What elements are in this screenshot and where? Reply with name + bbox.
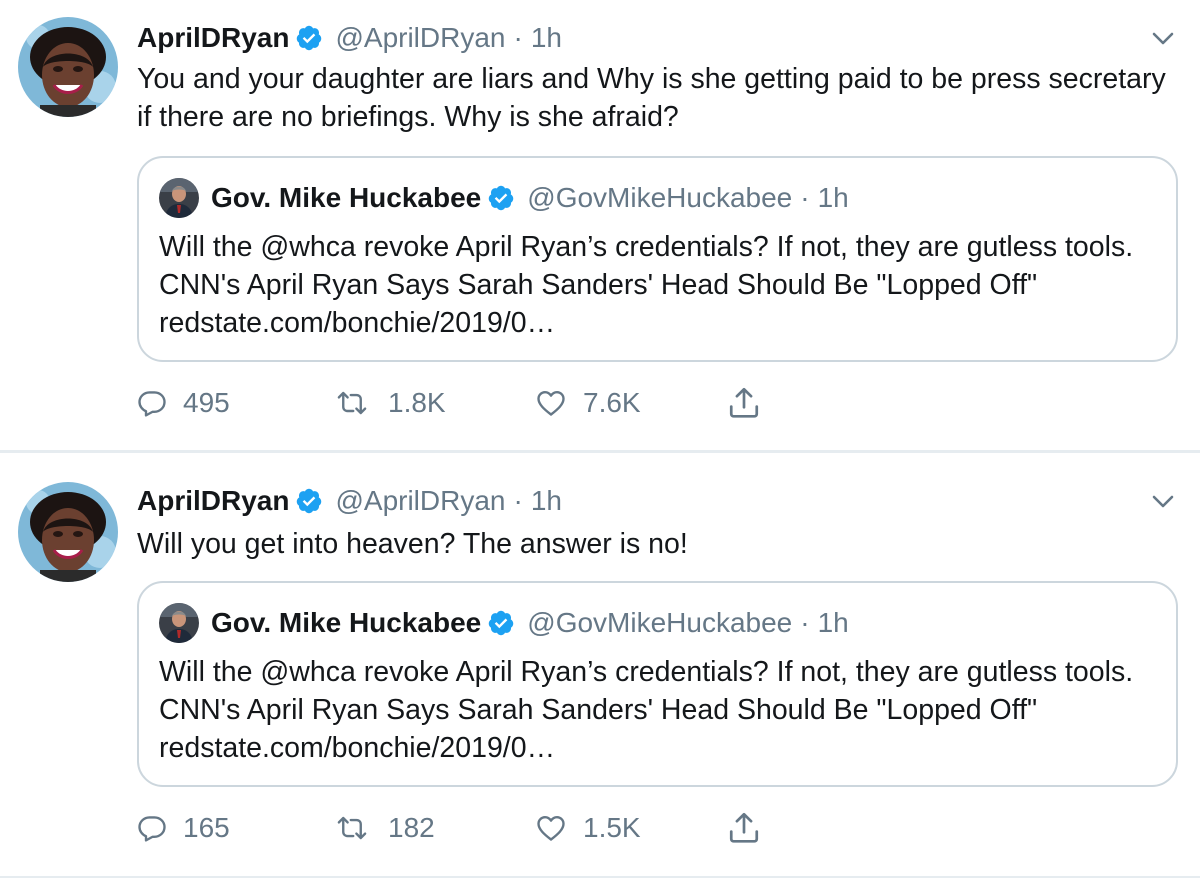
tweet-header: AprilDRyan @AprilDRyan · 1h [137, 481, 562, 521]
timestamp[interactable]: 1h [531, 485, 562, 517]
author-handle[interactable]: @AprilDRyan [335, 485, 505, 517]
like-button[interactable]: 1.5K [535, 808, 641, 848]
author-name[interactable]: AprilDRyan [137, 22, 289, 54]
quoted-tweet-header: Gov. Mike Huckabee @GovMikeHuckabee · 1h [159, 180, 849, 216]
like-count: 7.6K [583, 387, 641, 418]
reply-button[interactable]: 165 [137, 808, 230, 848]
avatar-image [18, 17, 118, 117]
quoted-timestamp: 1h [817, 607, 849, 638]
timestamp[interactable]: 1h [531, 22, 562, 54]
tweet-actions: 495 1.8K 7.6K [137, 383, 797, 423]
quoted-tweet-text: Will the @whca revoke April Ryan’s crede… [159, 231, 1134, 339]
like-icon [535, 388, 567, 418]
separator-dot: · [800, 182, 810, 213]
quoted-avatar [159, 178, 199, 218]
like-button[interactable]: 7.6K [535, 383, 641, 423]
quoted-author-handle: @GovMikeHuckabee [527, 607, 793, 638]
tweet[interactable]: AprilDRyan @AprilDRyan · 1h Will you get… [0, 453, 1200, 880]
quoted-author-name: Gov. Mike Huckabee [211, 182, 482, 213]
retweet-count: 1.8K [388, 387, 446, 418]
quoted-tweet-header: Gov. Mike Huckabee @GovMikeHuckabee · 1h [159, 605, 849, 641]
quoted-avatar-image [159, 178, 199, 218]
separator-dot: · [513, 485, 523, 516]
avatar-image [18, 482, 118, 582]
quoted-avatar [159, 603, 199, 643]
avatar[interactable] [18, 482, 118, 582]
reply-count: 495 [183, 387, 230, 418]
retweet-icon [332, 813, 372, 843]
like-icon [535, 813, 567, 843]
share-icon [727, 386, 761, 420]
reply-button[interactable]: 495 [137, 383, 230, 423]
quoted-tweet-text: Will the @whca revoke April Ryan’s crede… [159, 656, 1134, 764]
retweet-count: 182 [388, 812, 435, 843]
author-handle[interactable]: @AprilDRyan [335, 22, 505, 54]
tweet-text: Will you get into heaven? The answer is … [137, 528, 688, 560]
verified-badge-icon [295, 487, 323, 515]
verified-badge-icon [487, 184, 515, 212]
separator-dot: · [800, 607, 810, 638]
quoted-tweet[interactable]: Gov. Mike Huckabee @GovMikeHuckabee · 1h… [137, 156, 1178, 362]
share-icon [727, 811, 761, 845]
verified-badge-icon [295, 24, 323, 52]
tweet-divider [0, 876, 1200, 878]
author-name[interactable]: AprilDRyan [137, 485, 289, 517]
separator-dot: · [513, 22, 523, 53]
share-button[interactable] [727, 808, 761, 848]
chevron-down-icon[interactable] [1148, 490, 1178, 512]
reply-icon [137, 388, 167, 418]
quoted-avatar-image [159, 603, 199, 643]
chevron-down-icon[interactable] [1148, 27, 1178, 49]
avatar[interactable] [18, 17, 118, 117]
tweet-text: You and your daughter are liars and Why … [137, 63, 1166, 133]
quoted-tweet[interactable]: Gov. Mike Huckabee @GovMikeHuckabee · 1h… [137, 581, 1178, 787]
tweet[interactable]: AprilDRyan @AprilDRyan · 1h You and your… [0, 0, 1200, 451]
reply-count: 165 [183, 812, 230, 843]
quoted-timestamp: 1h [817, 182, 849, 213]
like-count: 1.5K [583, 812, 641, 843]
tweet-actions: 165 182 1.5K [137, 808, 797, 848]
tweet-header: AprilDRyan @AprilDRyan · 1h [137, 18, 562, 58]
reply-icon [137, 813, 167, 843]
retweet-button[interactable]: 1.8K [332, 383, 446, 423]
quoted-author-name: Gov. Mike Huckabee [211, 607, 482, 638]
retweet-icon [332, 388, 372, 418]
quoted-author-handle: @GovMikeHuckabee [527, 182, 793, 213]
share-button[interactable] [727, 383, 761, 423]
verified-badge-icon [487, 609, 515, 637]
retweet-button[interactable]: 182 [332, 808, 435, 848]
